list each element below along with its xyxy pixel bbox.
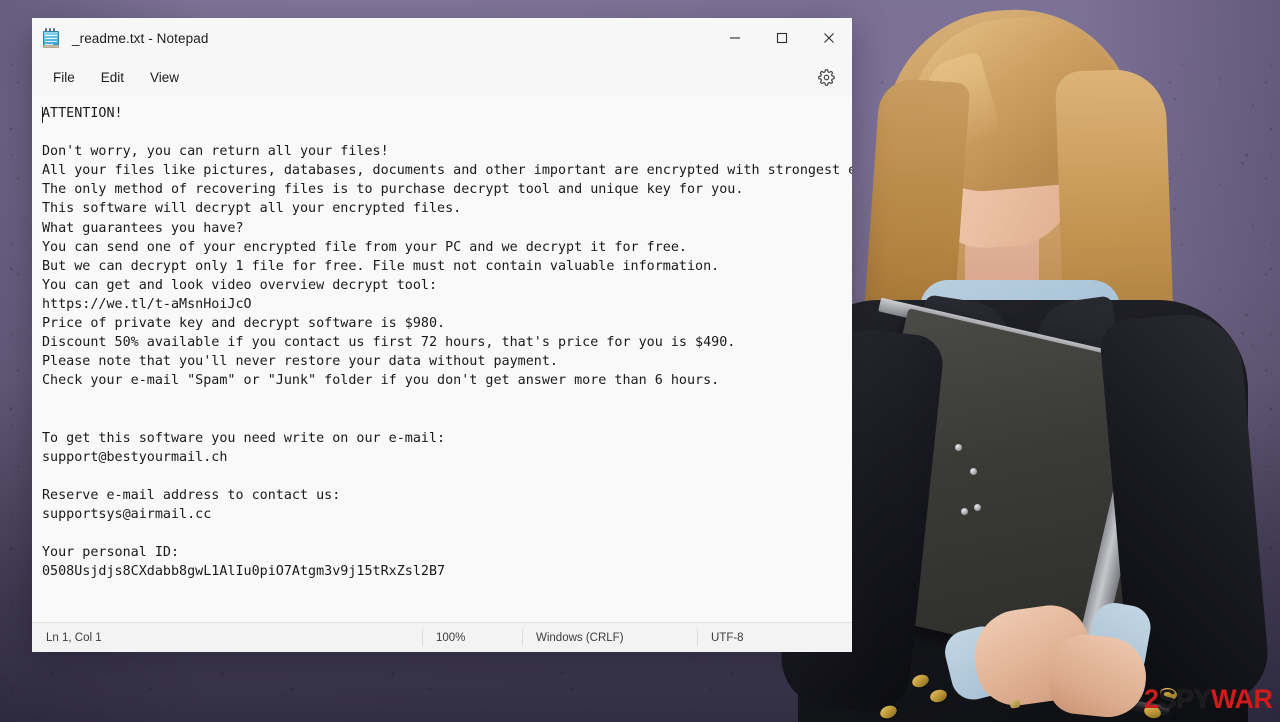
title-bar[interactable]: _readme.txt - Notepad — [32, 18, 852, 58]
notepad-window: _readme.txt - Notepad File Edit View ATT… — [32, 18, 852, 652]
close-button[interactable] — [805, 18, 852, 58]
ransom-note-text: ATTENTION! Don't worry, you can return a… — [42, 106, 852, 580]
menu-item-view[interactable]: View — [137, 65, 192, 90]
watermark-ware: WAR — [1211, 684, 1273, 714]
menu-item-edit[interactable]: Edit — [88, 65, 137, 90]
binder-rivet — [974, 504, 981, 511]
status-line-ending[interactable]: Windows (CRLF) — [522, 629, 697, 646]
status-bar: Ln 1, Col 1 100% Windows (CRLF) UTF-8 — [32, 622, 852, 652]
gear-icon[interactable] — [812, 63, 840, 91]
menu-item-file[interactable]: File — [40, 65, 88, 90]
menu-bar: File Edit View — [32, 58, 852, 96]
binder-rivet — [961, 508, 968, 515]
status-encoding[interactable]: UTF-8 — [697, 629, 827, 646]
binder-rivet — [955, 444, 962, 451]
window-controls — [711, 18, 852, 58]
minimize-button[interactable] — [711, 18, 758, 58]
site-watermark: 2SPYWAR — [1144, 686, 1273, 713]
status-cursor-position: Ln 1, Col 1 — [46, 631, 102, 644]
text-editor-area[interactable]: ATTENTION! Don't worry, you can return a… — [32, 96, 852, 622]
watermark-spy: SPY — [1158, 684, 1212, 714]
window-title: _readme.txt - Notepad — [72, 30, 209, 46]
text-caret — [42, 107, 43, 123]
status-zoom-level[interactable]: 100% — [422, 629, 522, 646]
maximize-button[interactable] — [758, 18, 805, 58]
binder-rivet — [970, 468, 977, 475]
notepad-icon — [42, 28, 60, 48]
watermark-2: 2 — [1144, 684, 1159, 714]
